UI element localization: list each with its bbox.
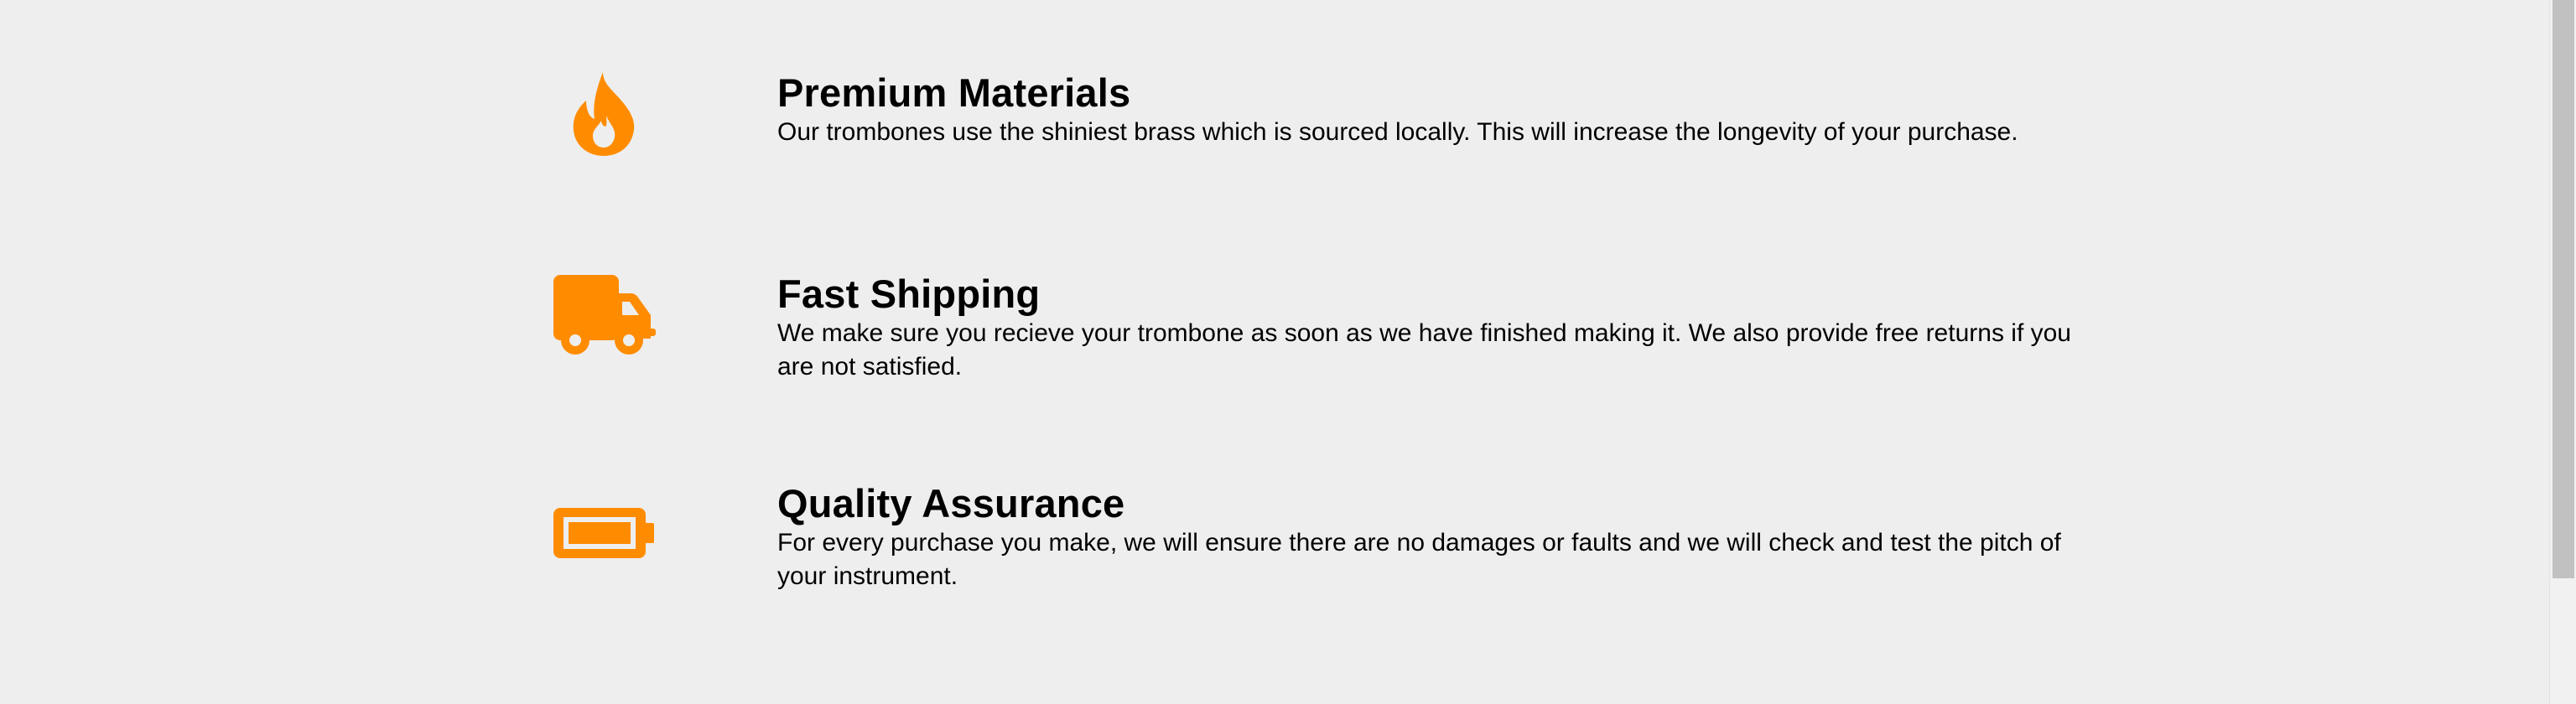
feature-text: Quality Assurance For every purchase you… — [777, 481, 2119, 593]
page: Premium Materials Our trombones use the … — [0, 0, 2576, 704]
feature-title: Quality Assurance — [777, 481, 1125, 525]
feature-title: Fast Shipping — [777, 272, 1041, 316]
vertical-scrollbar[interactable] — [2549, 0, 2576, 704]
feature-description: Our trombones use the shiniest brass whi… — [777, 118, 2018, 146]
feature-description: For every purchase you make, we will ens… — [777, 529, 2061, 590]
feature-description: We make sure you recieve your trombone a… — [777, 319, 2071, 380]
truck-icon — [545, 265, 662, 365]
battery-icon — [545, 483, 662, 583]
feature-text: Fast Shipping We make sure you recieve y… — [777, 272, 2119, 384]
scrollbar-thumb[interactable] — [2553, 0, 2574, 578]
features-section: Premium Materials Our trombones use the … — [0, 0, 2549, 704]
fire-icon — [545, 64, 662, 164]
feature-title: Premium Materials — [777, 70, 1131, 115]
feature-text: Premium Materials Our trombones use the … — [777, 70, 2119, 149]
